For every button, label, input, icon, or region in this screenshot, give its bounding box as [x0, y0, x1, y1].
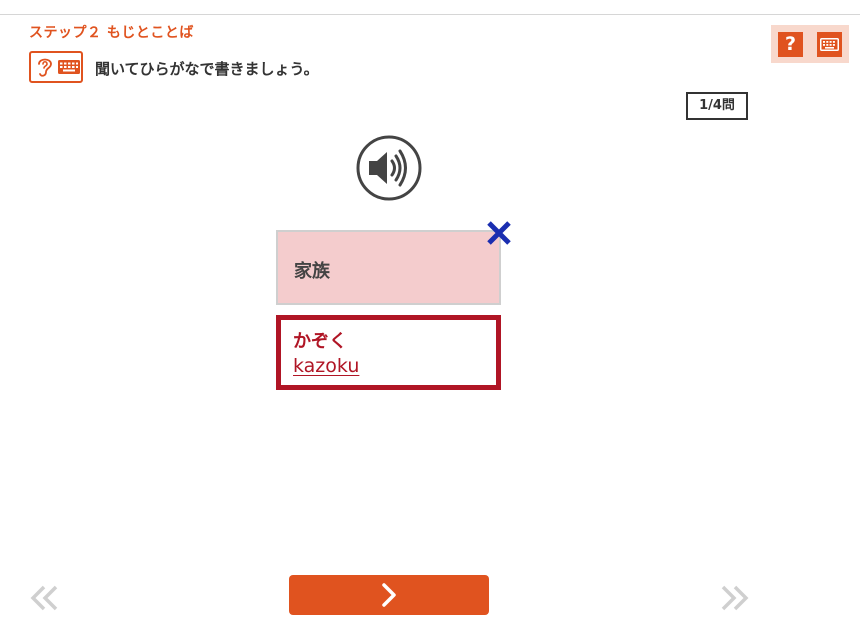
keyboard-icon: [58, 60, 80, 74]
previous-button[interactable]: [29, 585, 59, 611]
answer-kana: かぞく: [293, 331, 347, 352]
double-chevron-right-icon: [721, 585, 749, 611]
top-divider: [0, 14, 860, 15]
correct-answer-card: かぞく kazoku: [276, 315, 501, 390]
step-title: ステップ２ もじとことば: [29, 25, 194, 41]
ear-icon: [38, 58, 52, 77]
keyboard-button[interactable]: [817, 32, 842, 57]
question-card: 家族: [276, 230, 501, 305]
answer-romaji: kazoku: [293, 355, 360, 377]
double-chevron-left-icon: [30, 585, 58, 611]
question-counter: 1/4問: [686, 92, 748, 120]
speaker-icon: [356, 135, 422, 201]
keyboard-icon: [820, 38, 839, 51]
chevron-right-icon: [382, 583, 396, 607]
instruction-text: 聞いてひらがなで書きましょう。: [95, 60, 319, 78]
play-audio-button[interactable]: [356, 135, 422, 201]
incorrect-mark-icon: [487, 221, 511, 245]
next-button[interactable]: [289, 575, 489, 615]
mode-indicator: [29, 51, 83, 83]
forward-button[interactable]: [720, 585, 750, 611]
help-toolbar: ?: [771, 25, 849, 63]
question-word: 家族: [294, 261, 330, 282]
help-button[interactable]: ?: [778, 32, 803, 57]
